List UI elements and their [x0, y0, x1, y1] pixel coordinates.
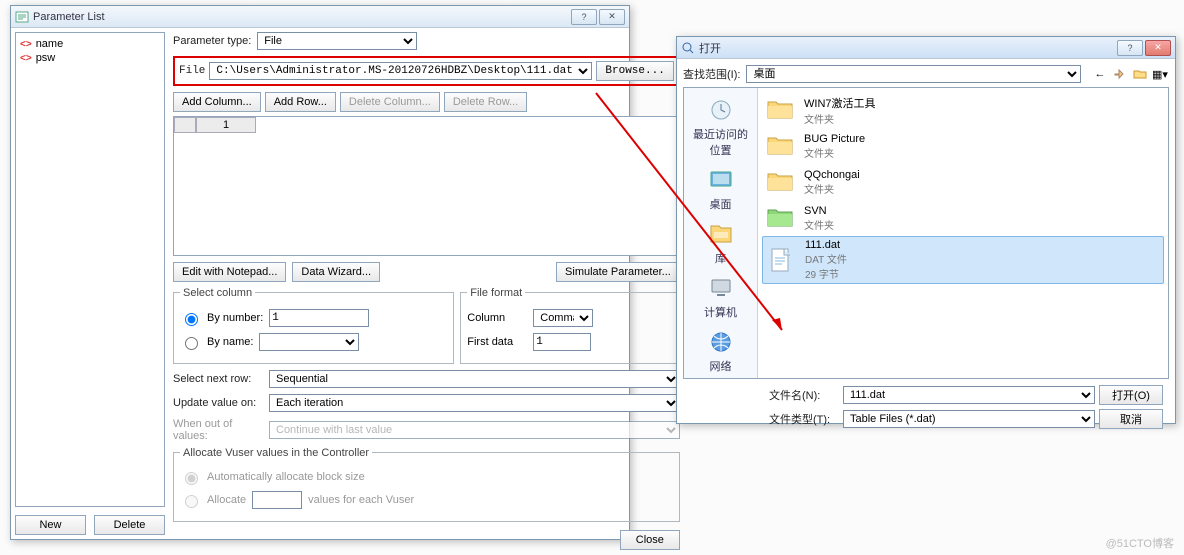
places-bar: 最近访问的位置 桌面 库 计算机 网络 — [684, 88, 758, 378]
open-icon — [681, 41, 695, 55]
data-wizard-button[interactable]: Data Wizard... — [292, 262, 380, 282]
file-size-label: 29 字节 — [805, 266, 847, 281]
new-button[interactable]: New — [15, 515, 86, 535]
app-icon — [15, 10, 29, 24]
delete-button[interactable]: Delete — [94, 515, 165, 535]
allocate-count — [252, 491, 302, 509]
file-item[interactable]: BUG Picture文件夹 — [762, 128, 1164, 164]
new-folder-icon[interactable] — [1131, 65, 1149, 83]
file-item[interactable]: SVN文件夹 — [762, 200, 1164, 236]
file-format-fieldset: File format ColumnComma First data — [460, 292, 680, 364]
open-button[interactable]: 打开(O) — [1099, 385, 1163, 405]
help-button[interactable]: ? — [571, 9, 597, 25]
file-row-highlight: File C:\Users\Administrator.MS-20120726H… — [173, 56, 680, 86]
back-icon[interactable]: ← — [1091, 65, 1109, 83]
view-menu-icon[interactable]: ▦▾ — [1151, 65, 1169, 83]
browse-button[interactable]: Browse... — [596, 61, 673, 81]
file-type-combo[interactable]: Table Files (*.dat) — [843, 410, 1095, 428]
file-item[interactable]: 111.datDAT 文件29 字节 — [762, 236, 1164, 284]
file-name: WIN7激活工具 — [804, 95, 876, 111]
param-type-label: Parameter type: — [173, 35, 251, 47]
auto-allocate-radio — [185, 472, 198, 485]
file-path-combo[interactable]: C:\Users\Administrator.MS-20120726HDBZ\D… — [209, 62, 592, 80]
file-type-label: 文件夹 — [804, 217, 834, 232]
place-recent[interactable]: 最近访问的位置 — [689, 92, 753, 162]
up-icon[interactable] — [1111, 65, 1129, 83]
file-type-label: DAT 文件 — [805, 251, 847, 266]
close-button[interactable]: ✕ — [599, 9, 625, 25]
place-library[interactable]: 库 — [689, 216, 753, 270]
folder-icon — [764, 166, 796, 198]
edit-notepad-button[interactable]: Edit with Notepad... — [173, 262, 286, 282]
by-name-select[interactable] — [259, 333, 359, 351]
file-name: QQchongai — [804, 169, 860, 181]
titlebar[interactable]: Parameter List ? ✕ — [11, 6, 629, 28]
watermark: @51CTO博客 — [1106, 535, 1174, 551]
update-value-on[interactable]: Each iteration — [269, 394, 680, 412]
by-number-radio[interactable] — [185, 313, 198, 326]
folder-icon — [764, 94, 796, 126]
close-param-button[interactable]: Close — [620, 530, 680, 550]
place-desktop[interactable]: 桌面 — [689, 162, 753, 216]
open-dialog-window: 打开 ? ✕ 查找范围(I): 桌面 ← ▦▾ 最近访问的位置 桌面 库 计算机… — [676, 36, 1176, 424]
file-type-label: 文件夹 — [804, 181, 860, 196]
file-item[interactable]: WIN7激活工具文件夹 — [762, 92, 1164, 128]
open-titlebar[interactable]: 打开 ? ✕ — [677, 37, 1175, 59]
simulate-param-button[interactable]: Simulate Parameter... — [556, 262, 680, 282]
param-type-select[interactable]: File — [257, 32, 417, 50]
file-label: File — [179, 65, 205, 77]
by-number-input[interactable] — [269, 309, 369, 327]
file-name: BUG Picture — [804, 133, 865, 145]
select-next-row[interactable]: Sequential — [269, 370, 680, 388]
grid-col-1[interactable]: 1 — [196, 117, 256, 133]
delete-row-button[interactable]: Delete Row... — [444, 92, 527, 112]
place-network[interactable]: 网络 — [689, 324, 753, 378]
look-in-combo[interactable]: 桌面 — [746, 65, 1081, 83]
parameter-list-window: Parameter List ? ✕ <>name <>psw New Dele… — [10, 5, 630, 540]
tree-item-psw[interactable]: <>psw — [20, 51, 160, 65]
file-item[interactable]: QQchongai文件夹 — [762, 164, 1164, 200]
file-name-combo[interactable]: 111.dat — [843, 386, 1095, 404]
folder-icon — [764, 130, 796, 162]
column-delim-select[interactable]: Comma — [533, 309, 593, 327]
allocate-fieldset: Allocate Vuser values in the Controller … — [173, 452, 680, 522]
open-title: 打开 — [699, 40, 1115, 56]
file-type-label: 文件夹 — [804, 111, 876, 126]
file-list[interactable]: WIN7激活工具文件夹BUG Picture文件夹QQchongai文件夹SVN… — [758, 88, 1168, 378]
help-button-open[interactable]: ? — [1117, 40, 1143, 56]
file-type-label: 文件夹 — [804, 145, 865, 160]
delete-column-button[interactable]: Delete Column... — [340, 92, 440, 112]
file-icon — [765, 244, 797, 276]
data-grid[interactable]: 1 — [173, 116, 680, 256]
file-name: 111.dat — [805, 239, 847, 251]
first-data-input[interactable] — [533, 333, 591, 351]
close-open-button[interactable]: ✕ — [1145, 40, 1171, 56]
file-name: SVN — [804, 205, 834, 217]
select-column-fieldset: Select column By number: By name: — [173, 292, 454, 364]
place-computer[interactable]: 计算机 — [689, 270, 753, 324]
cancel-button[interactable]: 取消 — [1099, 409, 1163, 429]
window-title: Parameter List — [33, 11, 569, 23]
tree-item-name[interactable]: <>name — [20, 37, 160, 51]
when-out-select: Continue with last value — [269, 421, 680, 439]
folder-icon — [764, 202, 796, 234]
add-row-button[interactable]: Add Row... — [265, 92, 336, 112]
allocate-radio — [185, 495, 198, 508]
add-column-button[interactable]: Add Column... — [173, 92, 261, 112]
by-name-radio[interactable] — [185, 337, 198, 350]
parameter-tree[interactable]: <>name <>psw — [15, 32, 165, 507]
